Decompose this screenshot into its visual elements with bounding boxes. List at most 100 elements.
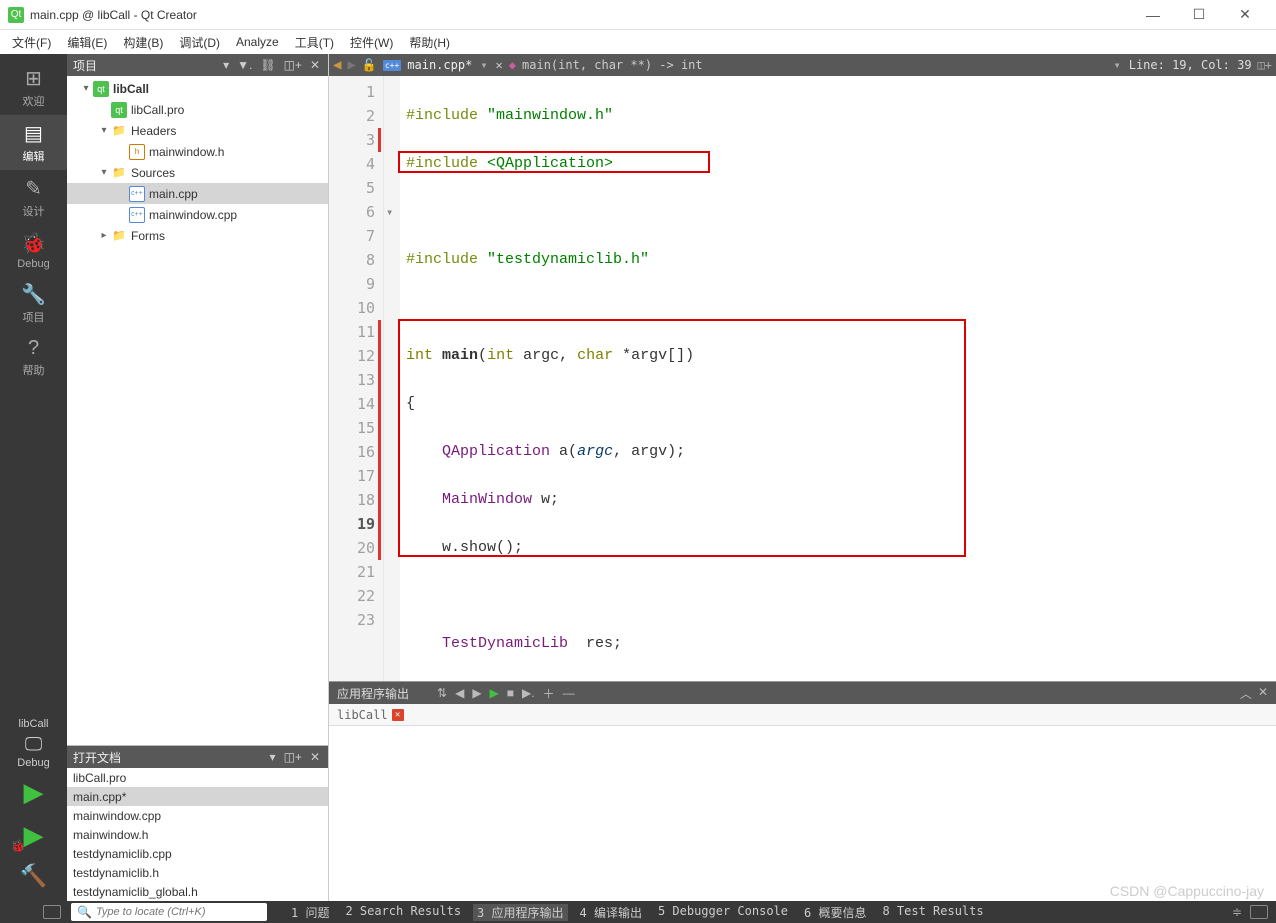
output-tab-libcall[interactable]: libCall ✕ — [329, 704, 412, 725]
editor-filename[interactable]: main.cpp* — [407, 58, 472, 72]
open-doc-row[interactable]: mainwindow.cpp — [67, 806, 328, 825]
code-editor[interactable]: #include "mainwindow.h" #include <QAppli… — [400, 76, 1276, 681]
kit-label[interactable]: libCall — [19, 714, 49, 734]
line-number[interactable]: 13 — [329, 368, 375, 392]
status-tab[interactable]: 8 Test Results — [878, 904, 987, 921]
link-icon[interactable]: ⛓ — [258, 58, 277, 72]
locator-box[interactable]: 🔍 — [71, 903, 267, 921]
chevron-down-icon[interactable]: ▾ — [1113, 58, 1120, 72]
symbol-signature[interactable]: main(int, char **) -> int — [522, 58, 703, 72]
line-number[interactable]: 9 — [329, 272, 375, 296]
tree-row[interactable]: ▸📁Forms — [67, 225, 328, 246]
status-tab[interactable]: 5 Debugger Console — [654, 904, 792, 921]
line-number[interactable]: 1 — [329, 80, 375, 104]
status-tab[interactable]: 2 Search Results — [341, 904, 465, 921]
dropdown-icon[interactable]: ▾ — [221, 58, 231, 72]
toggle-sidebar-icon[interactable] — [43, 905, 61, 919]
open-doc-row[interactable]: libCall.pro — [67, 768, 328, 787]
tree-row[interactable]: hmainwindow.h — [67, 141, 328, 162]
mode-设计[interactable]: ✎设计 — [0, 170, 67, 225]
next-icon[interactable]: ▶ — [472, 686, 481, 700]
close-tab-icon[interactable]: ✕ — [392, 709, 404, 721]
line-number-gutter[interactable]: 1234567891011121314151617181920212223 — [329, 76, 384, 681]
open-docs-list[interactable]: libCall.promain.cpp*mainwindow.cppmainwi… — [67, 768, 328, 901]
fold-icon[interactable]: ▾ — [386, 200, 393, 224]
toggle-right-icon[interactable] — [1250, 905, 1268, 919]
close-file-icon[interactable]: ✕ — [496, 58, 503, 72]
target-icon[interactable]: 🖵 — [25, 734, 42, 755]
mode-欢迎[interactable]: ⊞欢迎 — [0, 60, 67, 115]
split-icon[interactable]: ◫+ — [282, 58, 304, 72]
filter-icon[interactable]: ▼. — [235, 58, 254, 72]
menu-item[interactable]: 编辑(E) — [59, 32, 115, 53]
line-number[interactable]: 18 — [329, 488, 375, 512]
tree-arrow-icon[interactable]: ▸ — [97, 230, 111, 241]
line-number[interactable]: 20 — [329, 536, 375, 560]
split-editor-icon[interactable]: ◫+ — [1258, 58, 1272, 72]
menu-item[interactable]: 工具(T) — [287, 32, 342, 53]
tree-row[interactable]: ▾qtlibCall — [67, 78, 328, 99]
tree-arrow-icon[interactable]: ▾ — [97, 167, 111, 178]
build-button[interactable]: 🔨 — [20, 863, 47, 889]
mode-帮助[interactable]: ?帮助 — [0, 331, 67, 384]
line-number[interactable]: 14 — [329, 392, 375, 416]
remove-icon[interactable]: — — [563, 686, 575, 700]
line-number[interactable]: 8 — [329, 248, 375, 272]
run-button[interactable]: ▶ — [24, 777, 44, 808]
line-number[interactable]: 7 — [329, 224, 375, 248]
locator-input[interactable] — [96, 906, 261, 918]
status-tab[interactable]: 6 概要信息 — [800, 904, 870, 921]
minimize-button[interactable]: — — [1130, 0, 1176, 30]
project-tree[interactable]: ▾qtlibCallqtlibCall.pro▾📁Headershmainwin… — [67, 76, 328, 745]
tree-row[interactable]: c++main.cpp — [67, 183, 328, 204]
nav-forward-icon[interactable]: ▶ — [347, 57, 355, 73]
line-number[interactable]: 19 — [329, 512, 375, 536]
prev-icon[interactable]: ◀ — [455, 686, 464, 700]
line-number[interactable]: 11 — [329, 320, 375, 344]
rerun-icon[interactable]: ▶ — [490, 686, 499, 700]
status-tab[interactable]: 4 编译输出 — [576, 904, 646, 921]
tree-arrow-icon[interactable]: ▾ — [97, 125, 111, 136]
line-number[interactable]: 10 — [329, 296, 375, 320]
cursor-position[interactable]: Line: 19, Col: 39 — [1129, 58, 1252, 72]
line-number[interactable]: 22 — [329, 584, 375, 608]
tree-row[interactable]: qtlibCall.pro — [67, 99, 328, 120]
open-doc-row[interactable]: testdynamiclib.h — [67, 863, 328, 882]
status-tab[interactable]: 1 问题 — [287, 904, 333, 921]
run-debug-button[interactable]: ▶🐞 — [24, 820, 44, 851]
line-number[interactable]: 4 — [329, 152, 375, 176]
line-number[interactable]: 6 — [329, 200, 375, 224]
fold-column[interactable]: ▾ — [384, 76, 400, 681]
expand-icon[interactable]: ︿ — [1240, 685, 1252, 702]
line-number[interactable]: 15 — [329, 416, 375, 440]
line-number[interactable]: 23 — [329, 608, 375, 632]
close-button[interactable]: ✕ — [1222, 0, 1268, 30]
tree-arrow-icon[interactable]: ▾ — [79, 83, 93, 94]
nav-back-icon[interactable]: ◀ — [333, 57, 341, 73]
menu-item[interactable]: 构建(B) — [115, 32, 171, 53]
tree-row[interactable]: ▾📁Headers — [67, 120, 328, 141]
close-output-icon[interactable]: ✕ — [1258, 685, 1268, 702]
output-body[interactable] — [329, 726, 1276, 901]
line-number[interactable]: 5 — [329, 176, 375, 200]
status-dropdown-icon[interactable]: ≑ — [1232, 905, 1242, 919]
menu-item[interactable]: Analyze — [228, 33, 287, 51]
tree-row[interactable]: c++mainwindow.cpp — [67, 204, 328, 225]
attach-icon[interactable]: ▶. — [522, 686, 535, 700]
close-panel-icon[interactable]: ✕ — [308, 750, 322, 764]
close-panel-icon[interactable]: ✕ — [308, 58, 322, 72]
line-number[interactable]: 17 — [329, 464, 375, 488]
mode-项目[interactable]: 🔧项目 — [0, 276, 67, 331]
dropdown-icon[interactable]: ▾ — [268, 750, 278, 764]
open-doc-row[interactable]: testdynamiclib_global.h — [67, 882, 328, 901]
mode-编辑[interactable]: ▤编辑 — [0, 115, 67, 170]
line-number[interactable]: 3 — [329, 128, 375, 152]
chevron-down-icon[interactable]: ▾ — [480, 58, 487, 72]
menu-item[interactable]: 文件(F) — [4, 32, 59, 53]
menu-item[interactable]: 控件(W) — [342, 32, 401, 53]
line-number[interactable]: 16 — [329, 440, 375, 464]
menu-item[interactable]: 帮助(H) — [401, 32, 458, 53]
line-number[interactable]: 21 — [329, 560, 375, 584]
line-number[interactable]: 2 — [329, 104, 375, 128]
filter-icon[interactable]: ⇅ — [437, 686, 447, 700]
